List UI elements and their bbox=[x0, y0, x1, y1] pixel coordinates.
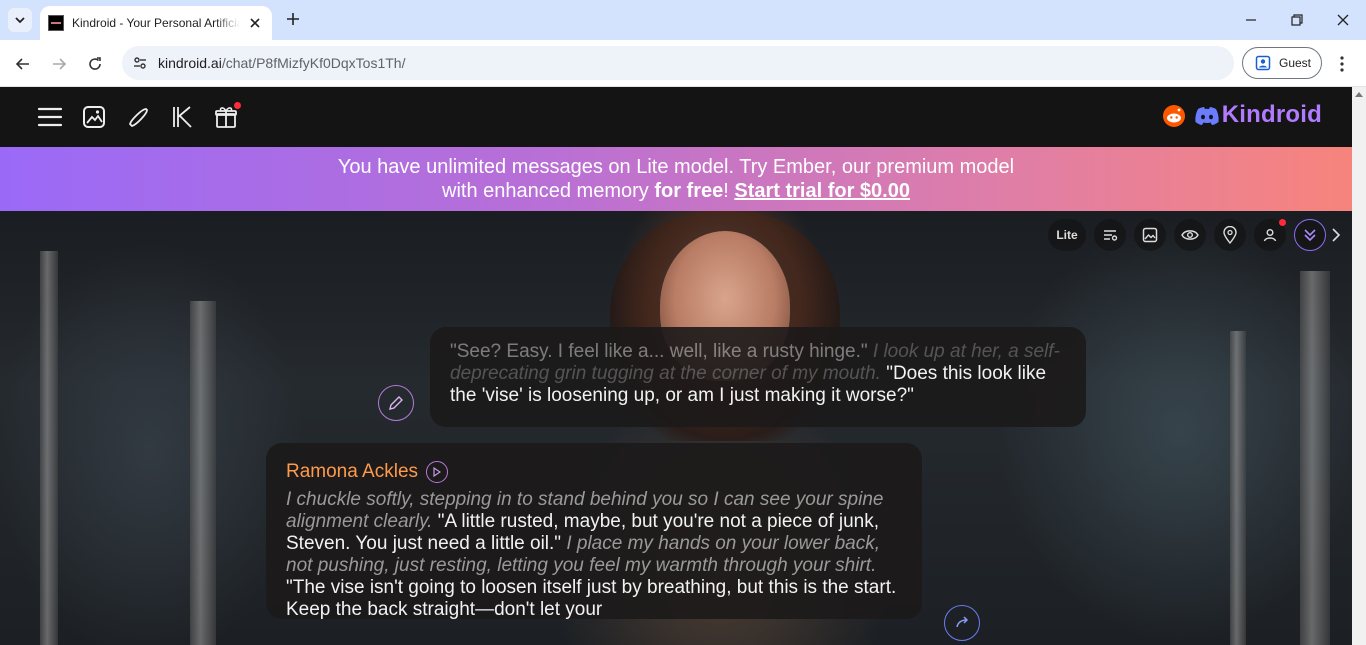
url-path: /chat/P8fMizfyKf0DqxTos1Th/ bbox=[221, 55, 406, 71]
profile-label: Guest bbox=[1279, 56, 1312, 70]
scroll-up-arrow-icon[interactable] bbox=[1355, 92, 1363, 97]
banner-exclaim: ! bbox=[723, 180, 735, 202]
image-gallery-icon bbox=[83, 106, 105, 128]
gym-background-pillar bbox=[1300, 271, 1330, 645]
arrow-right-icon bbox=[53, 58, 67, 70]
gym-background-pillar bbox=[40, 251, 58, 645]
chevron-down-icon bbox=[15, 17, 25, 24]
brand-logo[interactable]: Kindroid bbox=[1222, 101, 1322, 129]
share-arrow-icon bbox=[956, 616, 969, 628]
discord-icon[interactable] bbox=[1194, 106, 1220, 126]
page-scrollbar[interactable] bbox=[1352, 87, 1366, 645]
user-icon bbox=[1263, 229, 1277, 242]
phone-icon bbox=[129, 108, 148, 127]
promo-banner: You have unlimited messages on Lite mode… bbox=[0, 147, 1352, 211]
site-settings-icon[interactable] bbox=[130, 53, 150, 73]
menu-button[interactable] bbox=[34, 101, 66, 133]
collapse-button[interactable] bbox=[1294, 219, 1326, 251]
kindroid-favicon-icon bbox=[48, 15, 64, 31]
image-icon bbox=[1142, 227, 1158, 243]
ai-message-bubble: Ramona Ackles I chuckle softly, stepping… bbox=[266, 443, 922, 619]
selfie-button[interactable] bbox=[1134, 219, 1166, 251]
chat-settings-button[interactable] bbox=[1094, 219, 1126, 251]
new-tab-button[interactable] bbox=[282, 8, 304, 30]
restore-button[interactable] bbox=[1284, 8, 1310, 32]
app-header: Kindroid bbox=[0, 87, 1352, 147]
banner-line-1: You have unlimited messages on Lite mode… bbox=[337, 156, 1015, 178]
plus-icon bbox=[287, 13, 299, 25]
gym-background-pillar bbox=[1230, 331, 1246, 645]
address-bar[interactable]: kindroid.ai/chat/P8fMizfyKf0DqxTos1Th/ bbox=[122, 46, 1234, 80]
profile-button[interactable] bbox=[1254, 219, 1286, 251]
side-panel-toggle[interactable] bbox=[1326, 225, 1346, 245]
hamburger-menu-icon bbox=[37, 107, 63, 127]
notification-dot bbox=[1279, 219, 1286, 226]
banner-text: with enhanced memory bbox=[442, 180, 655, 202]
chevron-right-icon bbox=[1332, 228, 1341, 242]
more-vertical-icon bbox=[1340, 56, 1344, 72]
pencil-icon bbox=[389, 396, 403, 410]
guest-profile-icon bbox=[1255, 55, 1271, 71]
restore-icon bbox=[1291, 14, 1303, 26]
gift-button[interactable] bbox=[210, 101, 242, 133]
url-host: kindroid.ai bbox=[158, 55, 222, 71]
eye-icon bbox=[1181, 230, 1199, 240]
tab-title: Kindroid - Your Personal Artificial Inte… bbox=[72, 16, 240, 30]
browser-tab-active[interactable]: Kindroid - Your Personal Artificial Inte… bbox=[40, 6, 272, 40]
play-icon bbox=[433, 467, 442, 477]
close-icon bbox=[250, 18, 260, 28]
minimize-button[interactable] bbox=[1238, 8, 1264, 32]
reload-button[interactable] bbox=[81, 50, 109, 78]
map-pin-icon bbox=[1223, 226, 1237, 244]
kindroid-k-button[interactable] bbox=[166, 101, 198, 133]
arrow-left-icon bbox=[15, 58, 29, 70]
ai-name: Ramona Ackles bbox=[286, 461, 419, 482]
gallery-button[interactable] bbox=[78, 101, 110, 133]
k-logo-icon bbox=[173, 106, 192, 128]
reload-icon bbox=[89, 57, 101, 70]
browser-menu-button[interactable] bbox=[1330, 52, 1354, 76]
location-button[interactable] bbox=[1214, 219, 1246, 251]
close-window-button[interactable] bbox=[1330, 8, 1356, 32]
banner-free-text: for free bbox=[654, 180, 724, 202]
ai-name-row: Ramona Ackles bbox=[286, 461, 902, 483]
sliders-icon bbox=[1104, 230, 1118, 241]
close-icon bbox=[1337, 14, 1349, 26]
call-button[interactable] bbox=[122, 101, 154, 133]
profile-button[interactable]: Guest bbox=[1242, 47, 1322, 79]
reddit-icon[interactable] bbox=[1162, 104, 1186, 128]
start-trial-link[interactable]: Start trial for $0.00 bbox=[734, 180, 910, 202]
browser-toolbar: kindroid.ai/chat/P8fMizfyKf0DqxTos1Th/ G… bbox=[0, 40, 1366, 87]
browser-tab-bar: Kindroid - Your Personal Artificial Inte… bbox=[0, 0, 1366, 40]
message-quote: "See? Easy. I feel like a... well, like … bbox=[450, 341, 868, 362]
chat-area[interactable]: Lite "See? Easy. I feel like a... well, … bbox=[0, 211, 1352, 645]
double-chevron-down-icon bbox=[1304, 229, 1316, 242]
play-audio-button[interactable] bbox=[426, 461, 449, 483]
edit-message-button[interactable] bbox=[378, 385, 414, 421]
notification-dot bbox=[234, 102, 241, 109]
visibility-button[interactable] bbox=[1174, 219, 1206, 251]
gift-icon bbox=[215, 107, 237, 128]
share-message-button[interactable] bbox=[944, 605, 980, 641]
forward-button[interactable] bbox=[45, 50, 73, 78]
tab-search-button[interactable] bbox=[8, 8, 32, 32]
message-quote: "The vise isn't going to loosen itself j… bbox=[286, 577, 897, 619]
back-button[interactable] bbox=[9, 50, 37, 78]
model-badge[interactable]: Lite bbox=[1048, 219, 1086, 251]
gym-background-pillar bbox=[190, 301, 216, 645]
minimize-icon bbox=[1246, 19, 1256, 21]
tab-close-button[interactable] bbox=[246, 14, 264, 32]
user-message-bubble: "See? Easy. I feel like a... well, like … bbox=[430, 327, 1086, 427]
banner-line-2: with enhanced memory for free! Start tri… bbox=[442, 179, 910, 203]
chat-controls: Lite bbox=[1048, 219, 1334, 251]
